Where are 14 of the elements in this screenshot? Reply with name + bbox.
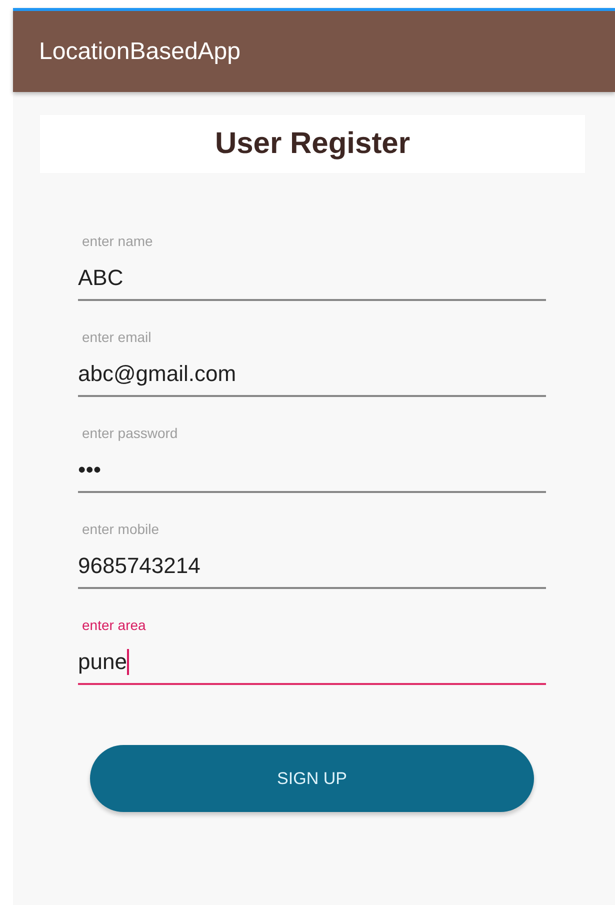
field-label: enter password xyxy=(82,425,179,443)
sign-up-button[interactable]: SIGN UP xyxy=(90,745,534,812)
field-label: enter area xyxy=(82,617,147,635)
field-label: enter mobile xyxy=(82,521,160,539)
field-label: enter email xyxy=(82,329,152,347)
page-heading: User Register xyxy=(214,127,410,161)
text-cursor xyxy=(126,649,129,675)
field-label: enter name xyxy=(82,233,154,251)
input-field[interactable]: abc@gmail.com xyxy=(78,361,546,397)
input-field[interactable]: ••• xyxy=(78,457,546,493)
input-field[interactable]: pune xyxy=(78,649,546,685)
app-title: LocationBasedApp xyxy=(39,38,240,66)
input-field[interactable]: ABC xyxy=(78,265,546,301)
input-field[interactable]: 9685743214 xyxy=(78,553,546,589)
